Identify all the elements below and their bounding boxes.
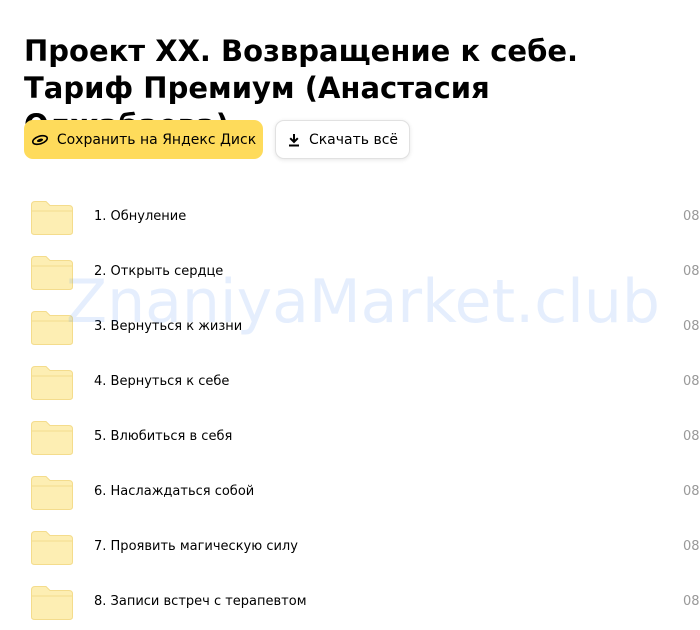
folder-icon bbox=[30, 310, 74, 346]
folder-icon bbox=[30, 585, 74, 621]
folder-icon bbox=[30, 200, 74, 236]
download-icon bbox=[287, 133, 301, 147]
list-item[interactable]: 3. Вернуться к жизни 08. bbox=[0, 300, 700, 355]
list-item[interactable]: 5. Влюбиться в себя 08. bbox=[0, 410, 700, 465]
folder-name: 6. Наслаждаться собой bbox=[94, 484, 255, 499]
folder-icon bbox=[30, 475, 74, 511]
folder-date: 08. bbox=[683, 264, 700, 279]
folder-name: 4. Вернуться к себе bbox=[94, 374, 230, 389]
folder-name: 3. Вернуться к жизни bbox=[94, 319, 243, 334]
folder-date: 08. bbox=[683, 209, 700, 224]
download-button-label: Скачать всё bbox=[308, 131, 399, 148]
folder-name: 2. Открыть сердце bbox=[94, 264, 224, 279]
list-item[interactable]: 4. Вернуться к себе 08. bbox=[0, 355, 700, 410]
folder-date: 08. bbox=[683, 484, 700, 499]
folder-icon bbox=[30, 365, 74, 401]
save-to-yandex-disk-button[interactable]: Сохранить на Яндекс Диск bbox=[24, 120, 263, 159]
save-button-label: Сохранить на Яндекс Диск bbox=[56, 131, 257, 148]
folder-name: 7. Проявить магическую силу bbox=[94, 539, 298, 554]
yandex-disk-icon bbox=[31, 134, 49, 146]
folder-date: 08. bbox=[683, 319, 700, 334]
folder-icon bbox=[30, 530, 74, 566]
folder-date: 08. bbox=[683, 374, 700, 389]
folder-date: 08. bbox=[683, 429, 700, 444]
list-item[interactable]: 8. Записи встреч с терапевтом08. bbox=[0, 575, 700, 630]
list-item[interactable]: 6. Наслаждаться собой 08. bbox=[0, 465, 700, 520]
list-item[interactable]: 1. Обнуление 08. bbox=[0, 190, 700, 245]
folder-name: 5. Влюбиться в себя bbox=[94, 429, 233, 444]
list-item[interactable]: 2. Открыть сердце 08. bbox=[0, 245, 700, 300]
folder-icon bbox=[30, 255, 74, 291]
folder-icon bbox=[30, 420, 74, 456]
folder-date: 08. bbox=[683, 539, 700, 554]
folder-name: 1. Обнуление bbox=[94, 209, 187, 224]
download-all-button[interactable]: Скачать всё bbox=[275, 120, 410, 159]
list-item[interactable]: 7. Проявить магическую силу 08. bbox=[0, 520, 700, 575]
